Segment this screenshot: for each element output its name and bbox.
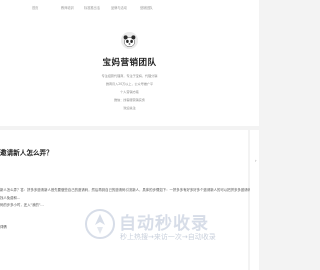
profile-card: 宝妈营销团队 专注招募代理商，专注于宝妈，代理分销 微商月入20万以上，公众号推… — [0, 16, 259, 126]
nav-item-team[interactable]: 营销团队 — [140, 5, 153, 10]
profile-description-line: 微商月入20万以上，公众号推广平 — [105, 82, 154, 86]
nav-item-brand[interactable]: 品牌与活动 — [111, 5, 127, 10]
panda-avatar-icon[interactable] — [121, 32, 138, 49]
article-excerpt-text: 新人怎么弄？答：拼多多邀请新人首先要做些自己的邀请码，然后再到自己的邀请码引流新… — [0, 188, 251, 200]
article-excerpt-tail: 码的步多小时，还入"我的"... — [0, 203, 44, 207]
site-title: 宝妈营销团队 — [102, 58, 157, 68]
article-title[interactable]: 邀请新人怎么弄？ — [0, 147, 53, 157]
nav-item-home[interactable]: 首页 — [32, 5, 38, 10]
profile-description-line: 微信：找客服营销实务 — [114, 98, 145, 102]
page: 首页 教师培训 标准推出活 品牌与活动 营销团队 宝妈营销团队 专注招募代理商，… — [0, 0, 259, 270]
profile-description-line: 欢迎关注 — [123, 106, 136, 110]
top-navigation: 首页 教师培训 标准推出活 品牌与活动 营销团队 — [0, 0, 259, 17]
profile-description-line: 个人营销方案 — [120, 90, 139, 94]
nav-item-standards[interactable]: 标准推出活 — [84, 5, 100, 10]
profile-description-line: 专注招募代理商，专注于宝妈，代理分销 — [101, 74, 158, 78]
article-card: 邀请新人怎么弄？ 新人怎么弄？答：拼多多邀请新人首先要做些自己的邀请码，然后再到… — [0, 130, 251, 270]
read-more-link[interactable]: 详情 — [0, 224, 7, 229]
chevron-right-icon[interactable]: › — [255, 158, 257, 163]
side-card: › — [250, 130, 259, 270]
article-excerpt: 新人怎么弄？答：拼多多邀请新人首先要做些自己的邀请码，然后再到自己的邀请码引流新… — [0, 187, 252, 210]
nav-item-training[interactable]: 教师培训 — [61, 5, 74, 10]
